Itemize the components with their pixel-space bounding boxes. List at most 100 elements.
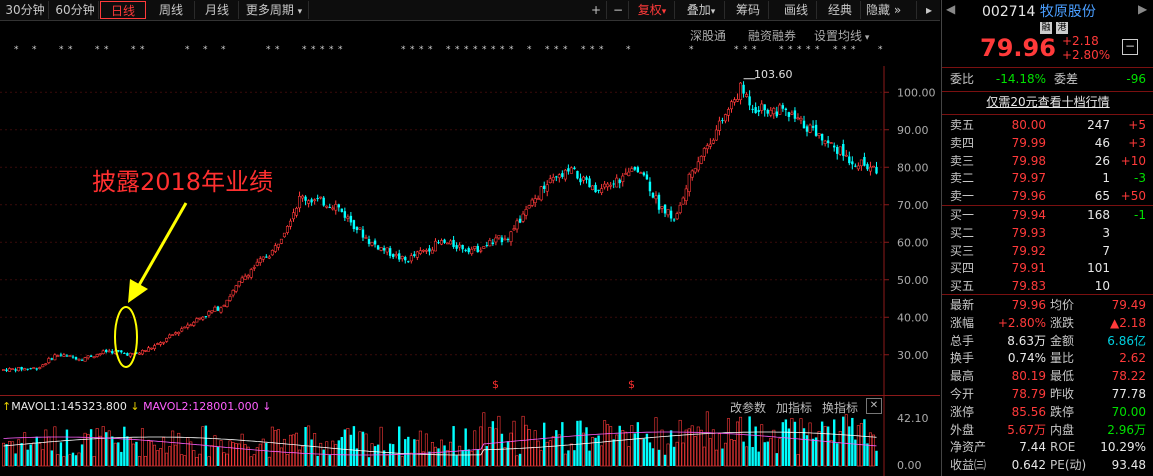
margin-trading-link[interactable]: 融资融券 bbox=[748, 27, 796, 44]
info-mine-mark[interactable]: * bbox=[419, 45, 424, 55]
draw-line-button[interactable]: 画线 bbox=[776, 1, 817, 19]
period-tab-weekly[interactable]: 周线 bbox=[148, 1, 195, 19]
info-mine-mark[interactable]: * bbox=[527, 45, 532, 55]
hide-button[interactable]: 隐藏 » bbox=[866, 1, 917, 19]
prev-stock-icon[interactable]: ◀ bbox=[946, 2, 955, 16]
annotation-arrow bbox=[100, 195, 200, 375]
collapse-button[interactable]: − bbox=[1122, 39, 1138, 55]
info-mine-mark[interactable]: * bbox=[509, 45, 514, 55]
info-mine-mark[interactable]: * bbox=[311, 45, 316, 55]
switch-indicator-button[interactable]: 换指标 bbox=[822, 399, 858, 416]
info-mine-mark[interactable]: * bbox=[833, 45, 838, 55]
info-mine-mark[interactable]: * bbox=[788, 45, 793, 55]
bid-row[interactable]: 买二 79.93 3 bbox=[942, 224, 1153, 242]
info-mine-mark[interactable]: * bbox=[734, 45, 739, 55]
info-mine-mark[interactable]: * bbox=[455, 45, 460, 55]
info-mine-mark[interactable]: * bbox=[446, 45, 451, 55]
info-mine-mark[interactable]: * bbox=[563, 45, 568, 55]
info-mine-mark[interactable]: * bbox=[221, 45, 226, 55]
candle-body bbox=[646, 175, 648, 180]
collapse-panel-icon[interactable]: ▸ bbox=[920, 1, 938, 19]
bid-row[interactable]: 买五 79.83 10 bbox=[942, 277, 1153, 295]
info-mine-mark[interactable]: * bbox=[815, 45, 820, 55]
info-mine-mark[interactable]: * bbox=[275, 45, 280, 55]
info-mine-mark[interactable]: * bbox=[590, 45, 595, 55]
info-mine-mark[interactable]: * bbox=[797, 45, 802, 55]
candle-body bbox=[14, 369, 16, 370]
edit-params-button[interactable]: 改参数 bbox=[730, 399, 766, 416]
period-tab-daily[interactable]: 日线 bbox=[100, 1, 146, 19]
volume-bar bbox=[347, 428, 349, 466]
info-mine-mark[interactable]: * bbox=[500, 45, 505, 55]
info-mine-mark[interactable]: * bbox=[410, 45, 415, 55]
ask-row[interactable]: 卖一 79.96 65 +50 bbox=[942, 187, 1153, 205]
info-mine-mark[interactable]: * bbox=[14, 45, 19, 55]
info-mine-mark[interactable]: * bbox=[599, 45, 604, 55]
info-mine-mark[interactable]: * bbox=[338, 45, 343, 55]
ask-row[interactable]: 卖二 79.97 1 -3 bbox=[942, 169, 1153, 187]
info-mine-mark[interactable]: * bbox=[689, 45, 694, 55]
period-tab-30min[interactable]: 30分钟 bbox=[2, 1, 49, 19]
info-mine-mark[interactable]: * bbox=[185, 45, 190, 55]
volume-bar bbox=[691, 426, 693, 466]
info-mine-mark[interactable]: * bbox=[59, 45, 64, 55]
dividend-mark[interactable]: $ bbox=[628, 378, 635, 391]
info-mine-mark[interactable]: * bbox=[104, 45, 109, 55]
period-tab-monthly[interactable]: 月线 bbox=[196, 1, 239, 19]
info-mine-mark[interactable]: * bbox=[401, 45, 406, 55]
close-indicator-button[interactable]: ✕ bbox=[866, 398, 882, 414]
info-mine-mark[interactable]: * bbox=[554, 45, 559, 55]
info-mine-mark[interactable]: * bbox=[266, 45, 271, 55]
fuquan-dropdown[interactable]: 复权▾ bbox=[630, 1, 675, 19]
info-mine-mark[interactable]: * bbox=[464, 45, 469, 55]
candle-body bbox=[353, 220, 355, 229]
bid-row[interactable]: 买三 79.92 7 bbox=[942, 242, 1153, 260]
overlay-dropdown[interactable]: 叠加▾ bbox=[678, 1, 725, 19]
info-mine-mark[interactable]: * bbox=[428, 45, 433, 55]
info-mine-mark[interactable]: * bbox=[473, 45, 478, 55]
volume-bar bbox=[102, 426, 104, 466]
zoom-in-button[interactable]: + bbox=[586, 1, 607, 19]
zoom-out-button[interactable]: − bbox=[608, 1, 629, 19]
ma-settings-link[interactable]: 设置均线 ▾ bbox=[814, 27, 869, 44]
bid-row[interactable]: 买一 79.94 168 -1 bbox=[942, 206, 1153, 224]
info-mine-mark[interactable]: * bbox=[95, 45, 100, 55]
info-mine-mark[interactable]: * bbox=[545, 45, 550, 55]
info-mine-mark[interactable]: * bbox=[140, 45, 145, 55]
info-mine-mark[interactable]: * bbox=[32, 45, 37, 55]
dividend-mark[interactable]: $ bbox=[492, 378, 499, 391]
classic-button[interactable]: 经典 bbox=[820, 1, 861, 19]
info-mine-mark[interactable]: * bbox=[491, 45, 496, 55]
info-mine-mark[interactable]: * bbox=[806, 45, 811, 55]
info-mine-mark[interactable]: * bbox=[581, 45, 586, 55]
info-mine-mark[interactable]: * bbox=[203, 45, 208, 55]
ask-row[interactable]: 卖五 80.00 247 +5 bbox=[942, 116, 1153, 134]
info-mine-mark[interactable]: * bbox=[779, 45, 784, 55]
level10-link[interactable]: 仅需20元查看十档行情 bbox=[942, 93, 1153, 112]
info-mine-mark[interactable]: * bbox=[302, 45, 307, 55]
info-mine-mark[interactable]: * bbox=[851, 45, 856, 55]
add-indicator-button[interactable]: 加指标 bbox=[776, 399, 812, 416]
info-mine-mark[interactable]: * bbox=[68, 45, 73, 55]
info-mine-mark[interactable]: * bbox=[482, 45, 487, 55]
info-mine-mark[interactable]: * bbox=[626, 45, 631, 55]
info-mine-mark[interactable]: * bbox=[842, 45, 847, 55]
chips-button[interactable]: 筹码 bbox=[728, 1, 769, 19]
volume-bar bbox=[540, 451, 542, 466]
next-stock-icon[interactable]: ▶ bbox=[1138, 2, 1147, 16]
more-periods-dropdown[interactable]: 更多周期 ▾ bbox=[240, 1, 309, 19]
info-mine-mark[interactable]: * bbox=[320, 45, 325, 55]
shengutong-link[interactable]: 深股通 bbox=[690, 27, 726, 44]
info-mine-mark[interactable]: * bbox=[131, 45, 136, 55]
ask-row[interactable]: 卖三 79.98 26 +10 bbox=[942, 152, 1153, 170]
bid-row[interactable]: 买四 79.91 101 bbox=[942, 259, 1153, 277]
period-tab-60min[interactable]: 60分钟 bbox=[52, 1, 99, 19]
info-mine-mark[interactable]: * bbox=[329, 45, 334, 55]
mavol1-label: MAVOL1:145323.800 bbox=[11, 400, 127, 413]
ask-row[interactable]: 卖四 79.99 46 +3 bbox=[942, 134, 1153, 152]
info-mine-mark[interactable]: * bbox=[752, 45, 757, 55]
weicha-value: -96 bbox=[1126, 70, 1146, 89]
candle-body bbox=[643, 173, 645, 176]
info-mine-mark[interactable]: * bbox=[743, 45, 748, 55]
info-mine-mark[interactable]: * bbox=[878, 45, 883, 55]
